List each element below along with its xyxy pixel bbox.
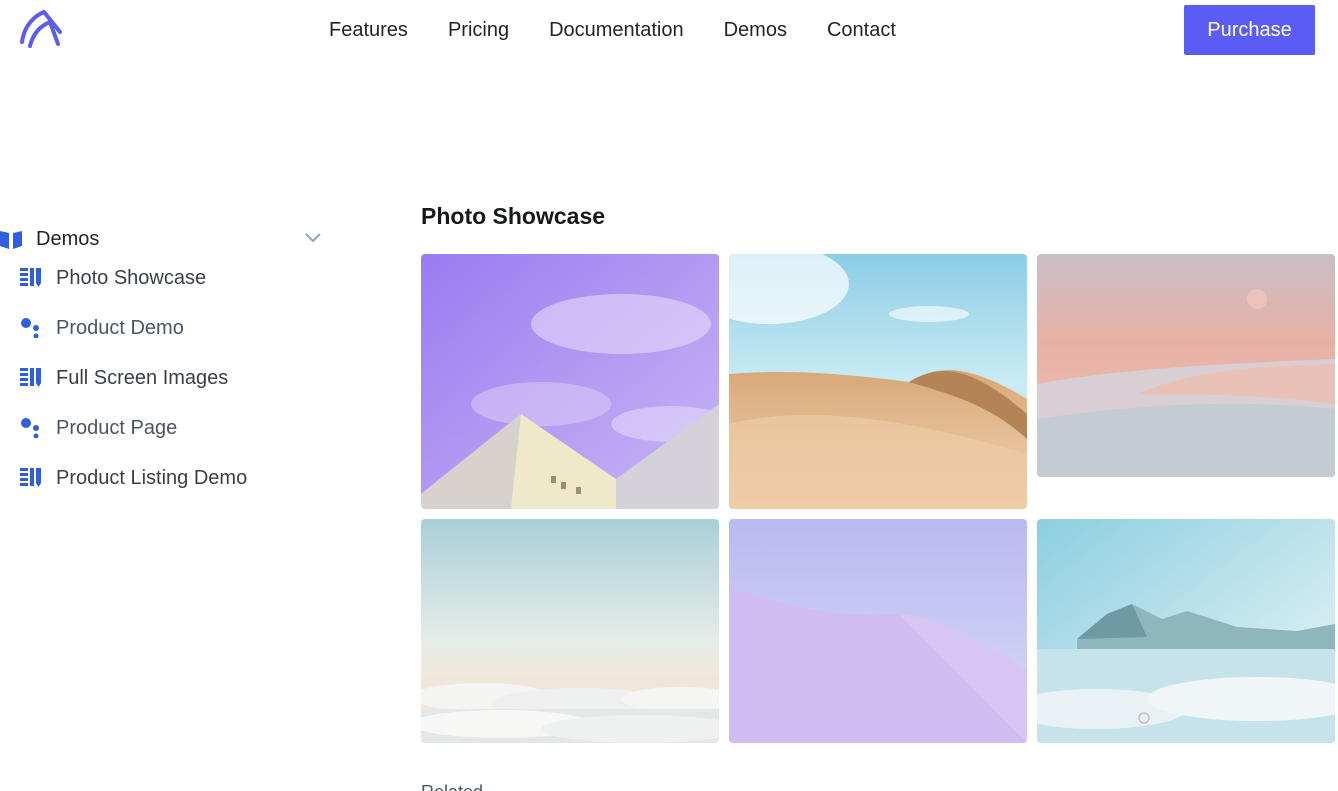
photo-desert-dunes[interactable]: [729, 254, 1027, 509]
nav-demos[interactable]: Demos: [724, 18, 787, 42]
page-title: Photo Showcase: [421, 203, 606, 229]
dots-icon: [21, 418, 39, 438]
sidebar-section-demos[interactable]: Demos: [0, 226, 326, 252]
sidebar-item-photo-showcase[interactable]: Photo Showcase: [20, 264, 247, 314]
photo-misty-mountains[interactable]: [1037, 519, 1335, 743]
sidebar-item-product-listing-demo[interactable]: Product Listing Demo: [20, 464, 247, 514]
dots-icon: [21, 318, 39, 338]
nav-documentation[interactable]: Documentation: [549, 18, 684, 42]
columns-icon: [20, 468, 41, 487]
sidebar-section-label: Demos: [36, 227, 100, 250]
nav-contact[interactable]: Contact: [827, 18, 896, 42]
nav-pricing[interactable]: Pricing: [448, 18, 509, 42]
main-nav: Features Pricing Documentation Demos Con…: [329, 18, 896, 42]
sidebar-item-product-page[interactable]: Product Page: [20, 414, 247, 464]
book-open-icon: [0, 231, 22, 249]
sidebar-list: Photo Showcase Product Demo Full Screen …: [20, 264, 247, 514]
nav-features[interactable]: Features: [329, 18, 408, 42]
columns-icon: [20, 368, 41, 387]
sidebar-item-label: Product Page: [56, 417, 178, 439]
photo-clouds-horizon[interactable]: [421, 519, 719, 743]
purchase-button[interactable]: Purchase: [1184, 5, 1315, 55]
sidebar-item-full-screen-images[interactable]: Full Screen Images: [20, 364, 247, 414]
photo-lavender-dune[interactable]: [729, 519, 1027, 743]
sidebar-item-product-demo[interactable]: Product Demo: [20, 314, 247, 364]
photo-purple-sky-building[interactable]: [421, 254, 719, 509]
sidebar-item-label: Product Listing Demo: [56, 467, 248, 489]
columns-icon: [20, 268, 41, 287]
section-heading-cut: Related: [421, 782, 483, 791]
brand-logo-icon[interactable]: [20, 10, 62, 50]
sidebar-item-label: Photo Showcase: [56, 267, 207, 289]
sidebar-item-label: Product Demo: [56, 317, 184, 339]
chevron-down-icon[interactable]: [304, 232, 322, 244]
sidebar-item-label: Full Screen Images: [56, 367, 229, 389]
photo-pink-dunes[interactable]: [1037, 254, 1335, 477]
